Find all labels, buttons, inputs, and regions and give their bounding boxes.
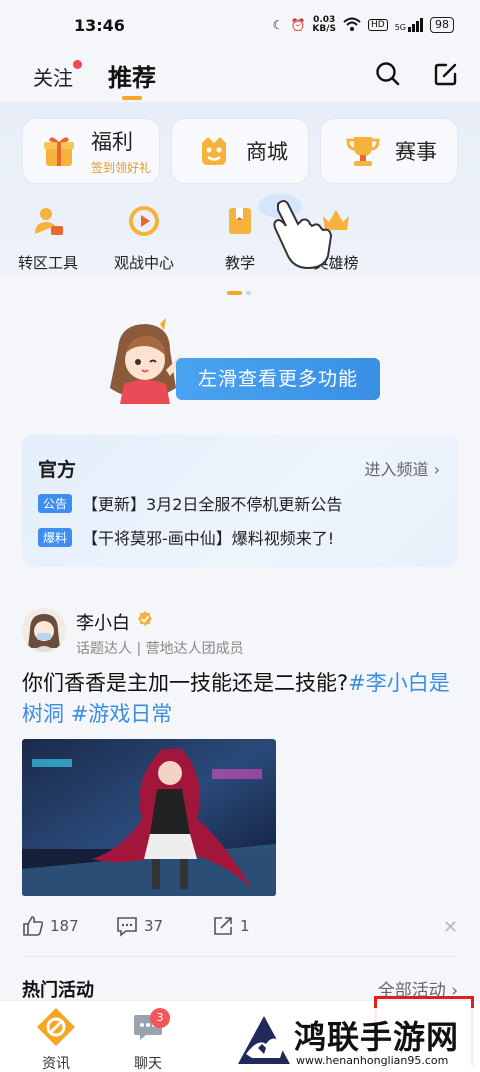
top-header: 关注 推荐 — [0, 50, 480, 102]
comment-count: 37 — [144, 917, 164, 935]
hot-activities-title: 热门活动 — [22, 980, 94, 1001]
transfer-icon — [35, 208, 63, 235]
watermark-logo — [238, 1016, 290, 1064]
nav-chat[interactable]: 3 聊天 — [118, 1007, 178, 1072]
swipe-hint: 左滑查看更多功能 — [100, 318, 390, 408]
swipe-hand-icon — [258, 194, 333, 270]
watermark-name: 鸿联手游网 — [294, 1018, 460, 1056]
post-body: 你们香香是主加一技能还是二技能? — [22, 671, 349, 695]
wifi-icon — [343, 17, 361, 34]
close-icon[interactable]: ✕ — [443, 917, 458, 938]
gift-icon — [44, 137, 74, 166]
author-tags: 话题达人 | 营地达人团成员 — [76, 641, 244, 657]
divider — [22, 956, 458, 957]
card-welfare-title: 福利 — [91, 130, 133, 154]
card-events-title: 赛事 — [395, 140, 437, 164]
comment-icon — [117, 917, 137, 937]
fn-label: 观战中心 — [113, 254, 174, 272]
share-icon — [214, 917, 232, 935]
tab-recommend[interactable]: 推荐 — [108, 58, 156, 100]
official-item-text: 【干将莫邪-画中仙】爆料视频来了! — [82, 529, 335, 548]
shop-icon — [202, 137, 226, 165]
card-events[interactable]: 赛事 — [320, 118, 458, 184]
like-count: 187 — [50, 917, 79, 935]
search-icon[interactable] — [374, 60, 402, 88]
fn-spectate-center[interactable]: 观战中心 — [99, 204, 189, 273]
share-count: 1 — [240, 917, 250, 935]
page-indicator — [227, 291, 251, 295]
alarm-icon: ⏰ — [290, 18, 306, 32]
card-shop-title: 商城 — [246, 140, 288, 164]
like-button[interactable]: 187 — [22, 915, 79, 937]
comment-button[interactable]: 37 — [116, 915, 163, 937]
official-item[interactable]: 公告 【更新】3月2日全服不停机更新公告 — [38, 491, 342, 515]
enter-channel-link[interactable]: 进入频道 › — [364, 456, 440, 480]
status-bar: 13:46 ☾ ⏰ 0.03 KB/S HD 5G 98 — [0, 0, 480, 50]
battery-icon: 98 — [430, 17, 454, 33]
news-icon — [37, 1008, 75, 1046]
net-speed: 0.03 KB/S — [312, 15, 336, 34]
share-button[interactable]: 1 — [212, 915, 250, 937]
moon-icon: ☾ — [272, 18, 284, 32]
chat-badge: 3 — [150, 1008, 170, 1028]
fn-transfer-tool[interactable]: 转区工具 — [3, 204, 93, 273]
nav-label: 聊天 — [134, 1056, 162, 1072]
nav-news[interactable]: 资讯 — [26, 1007, 86, 1072]
active-tab-indicator — [122, 96, 142, 100]
status-time: 13:46 — [74, 15, 125, 35]
official-title: 官方 — [38, 459, 77, 481]
card-welfare-subtitle: 签到领好礼 — [91, 161, 152, 175]
status-icons: ☾ ⏰ 0.03 KB/S HD 5G 98 — [273, 16, 454, 34]
hashtag-link[interactable]: #游戏日常 — [71, 702, 173, 726]
fn-label: 转区工具 — [17, 254, 78, 272]
official-item[interactable]: 爆料 【干将莫邪-画中仙】爆料视频来了! — [38, 525, 334, 549]
trophy-icon — [346, 137, 380, 166]
post-text[interactable]: 你们香香是主加一技能还是二技能?#李小白是树洞 #游戏日常 — [22, 668, 462, 730]
official-item-text: 【更新】3月2日全服不停机更新公告 — [82, 495, 343, 514]
card-welfare[interactable]: 福利 签到领好礼 — [22, 118, 160, 184]
swipe-hint-text: 左滑查看更多功能 — [176, 358, 380, 400]
post-author[interactable]: 李小白 — [76, 609, 130, 635]
post-actions: 187 37 1 ✕ — [22, 915, 462, 939]
tab-follow[interactable]: 关注 — [33, 60, 82, 91]
watermark: 鸿联手游网 www.henanhonglian95.com — [232, 1008, 478, 1070]
play-circle-icon — [129, 206, 159, 236]
card-shop[interactable]: 商城 — [171, 118, 309, 184]
chevron-right-icon: › — [433, 460, 440, 479]
notification-dot — [73, 60, 82, 69]
post-image[interactable] — [22, 739, 276, 896]
nav-label: 资讯 — [42, 1056, 70, 1072]
avatar[interactable] — [22, 608, 66, 652]
watermark-url: www.henanhonglian95.com — [296, 1054, 449, 1067]
signal-icon: 5G — [395, 18, 423, 32]
leak-badge: 爆料 — [38, 527, 73, 547]
book-icon — [229, 208, 251, 234]
official-channel: 官方 进入频道 › 公告 【更新】3月2日全服不停机更新公告 爆料 【干将莫邪-… — [22, 435, 458, 567]
compose-icon[interactable] — [432, 60, 460, 88]
verified-badge-icon — [138, 611, 152, 626]
hd-icon: HD — [368, 19, 388, 31]
thumbs-up-icon — [23, 916, 44, 936]
announcement-badge: 公告 — [38, 493, 73, 513]
